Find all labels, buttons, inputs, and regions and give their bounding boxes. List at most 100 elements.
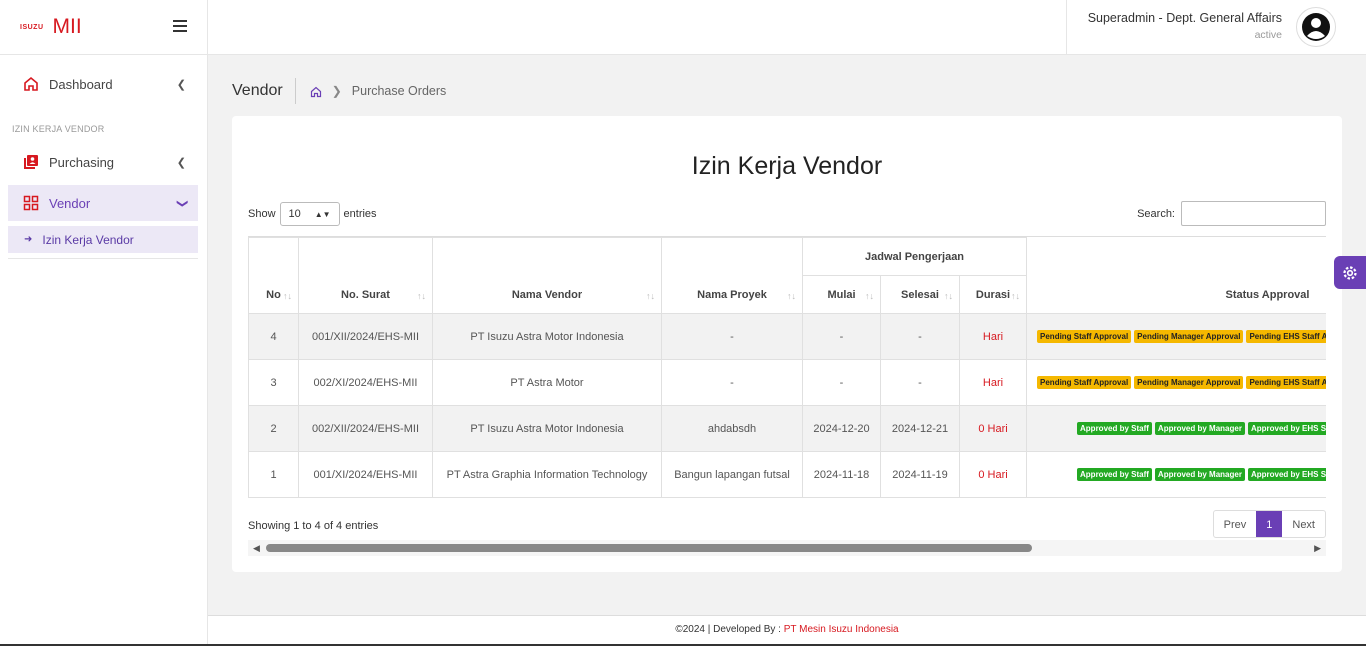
scroll-right-icon[interactable]: ▶ — [1314, 543, 1321, 554]
entries-length: Show 10 ▲▼ entries — [248, 202, 377, 226]
cell-mulai: 2024-12-20 — [802, 405, 881, 452]
col-header-mulai[interactable]: Mulai ↑↓ — [802, 275, 881, 314]
chevron-down-icon: ❮ — [175, 198, 188, 208]
chevron-left-icon: ❮ — [176, 156, 186, 169]
table-row: 1 001/XI/2024/EHS-MII PT Astra Graphia I… — [248, 451, 1326, 498]
cell-proyek: - — [661, 359, 803, 406]
cell-vendor: PT Isuzu Astra Motor Indonesia — [432, 313, 662, 360]
vendor-table: No ↑↓ No. Surat ↑↓ Nama Vendor ↑↓ Nama Proy… — [248, 237, 1326, 498]
chevron-left-icon: ❮ — [176, 78, 186, 91]
cell-no: 4 — [248, 313, 299, 360]
sidebar-item-vendor[interactable]: Vendor ❮ — [8, 185, 198, 221]
cell-proyek: - — [661, 313, 803, 360]
cell-no: 1 — [248, 451, 299, 498]
home-icon — [22, 75, 40, 93]
sidebar-subitem-izin-kerja-vendor[interactable]: ➜ Izin Kerja Vendor — [8, 226, 198, 253]
status-badge: Pending Manager Approval — [1134, 330, 1244, 343]
entries-value: 10 — [288, 208, 301, 220]
col-header-status-approval[interactable]: Status Approval — [1026, 237, 1326, 314]
col-header-nama-proyek[interactable]: Nama Proyek ↑↓ — [661, 237, 803, 314]
cell-selesai: 2024-11-19 — [880, 451, 960, 498]
page-button[interactable]: 1 — [1256, 511, 1283, 537]
col-header-no[interactable]: No ↑↓ — [248, 237, 299, 314]
status-badge: Pending Staff Approval — [1037, 330, 1132, 343]
table-row: 3 002/XI/2024/EHS-MII PT Astra Motor - -… — [248, 359, 1326, 406]
sidebar-subitem-label: Izin Kerja Vendor — [42, 232, 134, 247]
col-header-no-surat[interactable]: No. Surat ↑↓ — [298, 237, 433, 314]
cell-vendor: PT Astra Motor — [432, 359, 662, 406]
breadcrumb: Vendor ❯ Purchase Orders — [232, 78, 446, 104]
status-badge: Approved by Staff — [1077, 422, 1152, 435]
entries-select[interactable]: 10 ▲▼ — [279, 202, 340, 226]
show-label: Show — [248, 208, 276, 220]
sidebar-item-label: Vendor — [49, 195, 91, 211]
search-label: Search: — [1137, 207, 1175, 220]
chevron-right-icon: ❯ — [331, 84, 342, 98]
select-caret-icon: ▲▼ — [314, 209, 331, 219]
divider — [8, 258, 198, 259]
search-box: Search: — [1137, 201, 1326, 226]
table-scroll-container[interactable]: No ↑↓ No. Surat ↑↓ Nama Vendor ↑↓ Nama Proy… — [248, 236, 1326, 504]
isuzu-logo[interactable]: ISUZU — [20, 24, 44, 31]
col-header-selesai[interactable]: Selesai ↑↓ — [880, 275, 960, 314]
page-title: Vendor — [232, 78, 296, 104]
brand-header: ISUZU MII — [0, 0, 207, 55]
footer-text: ©2024 | Developed By : — [675, 624, 784, 635]
cell-status: Approved by Staff Approved by Manager Appr… — [1026, 405, 1326, 452]
cell-selesai: - — [880, 313, 960, 360]
user-icon — [1302, 13, 1330, 41]
vendor-card: Izin Kerja Vendor Show 10 ▲▼ entries Sea… — [232, 116, 1342, 572]
sort-icon: ↑↓ — [417, 291, 426, 301]
sort-icon: ↑↓ — [865, 291, 874, 301]
cell-status: Pending Staff Approval Pending Manager Ap… — [1026, 359, 1326, 406]
cell-no-surat: 001/XII/2024/EHS-MII — [298, 313, 433, 360]
scrollbar-thumb[interactable] — [266, 544, 1032, 552]
sort-icon: ↑↓ — [283, 291, 292, 301]
cell-mulai: - — [802, 359, 881, 406]
sort-icon: ↑↓ — [1011, 291, 1021, 301]
sidebar-section-label: IZIN KERJA VENDOR — [12, 124, 105, 134]
status-badge: Pending EHS Staff Approval — [1246, 330, 1326, 343]
card-title: Izin Kerja Vendor — [691, 152, 883, 180]
avatar[interactable] — [1296, 7, 1336, 47]
entries-label: entries — [343, 208, 377, 220]
sort-icon: ↑↓ — [646, 291, 655, 301]
cell-no-surat: 001/XI/2024/EHS-MII — [298, 451, 433, 498]
user-menu[interactable]: Superadmin - Dept. General Affairs activ… — [1066, 0, 1366, 55]
scroll-left-icon[interactable]: ◀ — [253, 543, 260, 554]
footer-company-link[interactable]: PT Mesin Isuzu Indonesia — [784, 624, 899, 635]
cell-durasi: Hari — [958, 313, 1028, 360]
purchasing-icon — [22, 153, 40, 171]
hamburger-menu-icon[interactable] — [173, 20, 187, 32]
sidebar: ISUZU MII Dashboard ❮ IZIN KERJA VENDOR … — [0, 0, 208, 646]
arrow-right-icon: ➜ — [24, 234, 33, 245]
search-input[interactable] — [1181, 201, 1326, 226]
settings-gear-icon[interactable] — [1334, 256, 1366, 289]
cell-status: Approved by Staff Approved by Manager Appr… — [1026, 451, 1326, 498]
next-button[interactable]: Next — [1282, 511, 1325, 537]
status-badge: Pending Manager Approval — [1134, 376, 1244, 389]
status-badge: Approved by Manager — [1154, 468, 1245, 481]
app-name[interactable]: MII — [53, 15, 82, 39]
col-header-durasi[interactable]: Durasi ↑↓ — [958, 275, 1028, 314]
table-row: 4 001/XII/2024/EHS-MII PT Isuzu Astra Mo… — [248, 313, 1326, 360]
table-row: 2 002/XII/2024/EHS-MII PT Isuzu Astra Mo… — [248, 405, 1326, 452]
cell-vendor: PT Astra Graphia Information Technology — [432, 451, 662, 498]
cell-proyek: ahdabsdh — [661, 405, 803, 452]
breadcrumb-current: Purchase Orders — [351, 84, 447, 98]
home-icon[interactable] — [310, 85, 322, 98]
sidebar-item-purchasing[interactable]: Purchasing ❮ — [8, 144, 198, 180]
status-badge: Approved by Manager — [1154, 422, 1245, 435]
cell-durasi: 0 Hari — [958, 405, 1028, 452]
sidebar-item-dashboard[interactable]: Dashboard ❮ — [8, 66, 198, 102]
pagination: Prev 1 Next — [1212, 510, 1326, 538]
table-info: Showing 1 to 4 of 4 entries — [248, 520, 379, 532]
cell-mulai: - — [802, 313, 881, 360]
cell-durasi: 0 Hari — [958, 451, 1028, 498]
prev-button[interactable]: Prev — [1214, 511, 1257, 537]
col-group-jadwal-pengerjaan: Jadwal Pengerjaan — [801, 237, 1028, 276]
status-badge: Approved by EHS Staff — [1247, 422, 1326, 435]
status-badge: Approved by Staff — [1077, 468, 1152, 481]
col-header-nama-vendor[interactable]: Nama Vendor ↑↓ — [432, 237, 662, 314]
horizontal-scrollbar[interactable]: ◀ ▶ — [248, 540, 1326, 556]
